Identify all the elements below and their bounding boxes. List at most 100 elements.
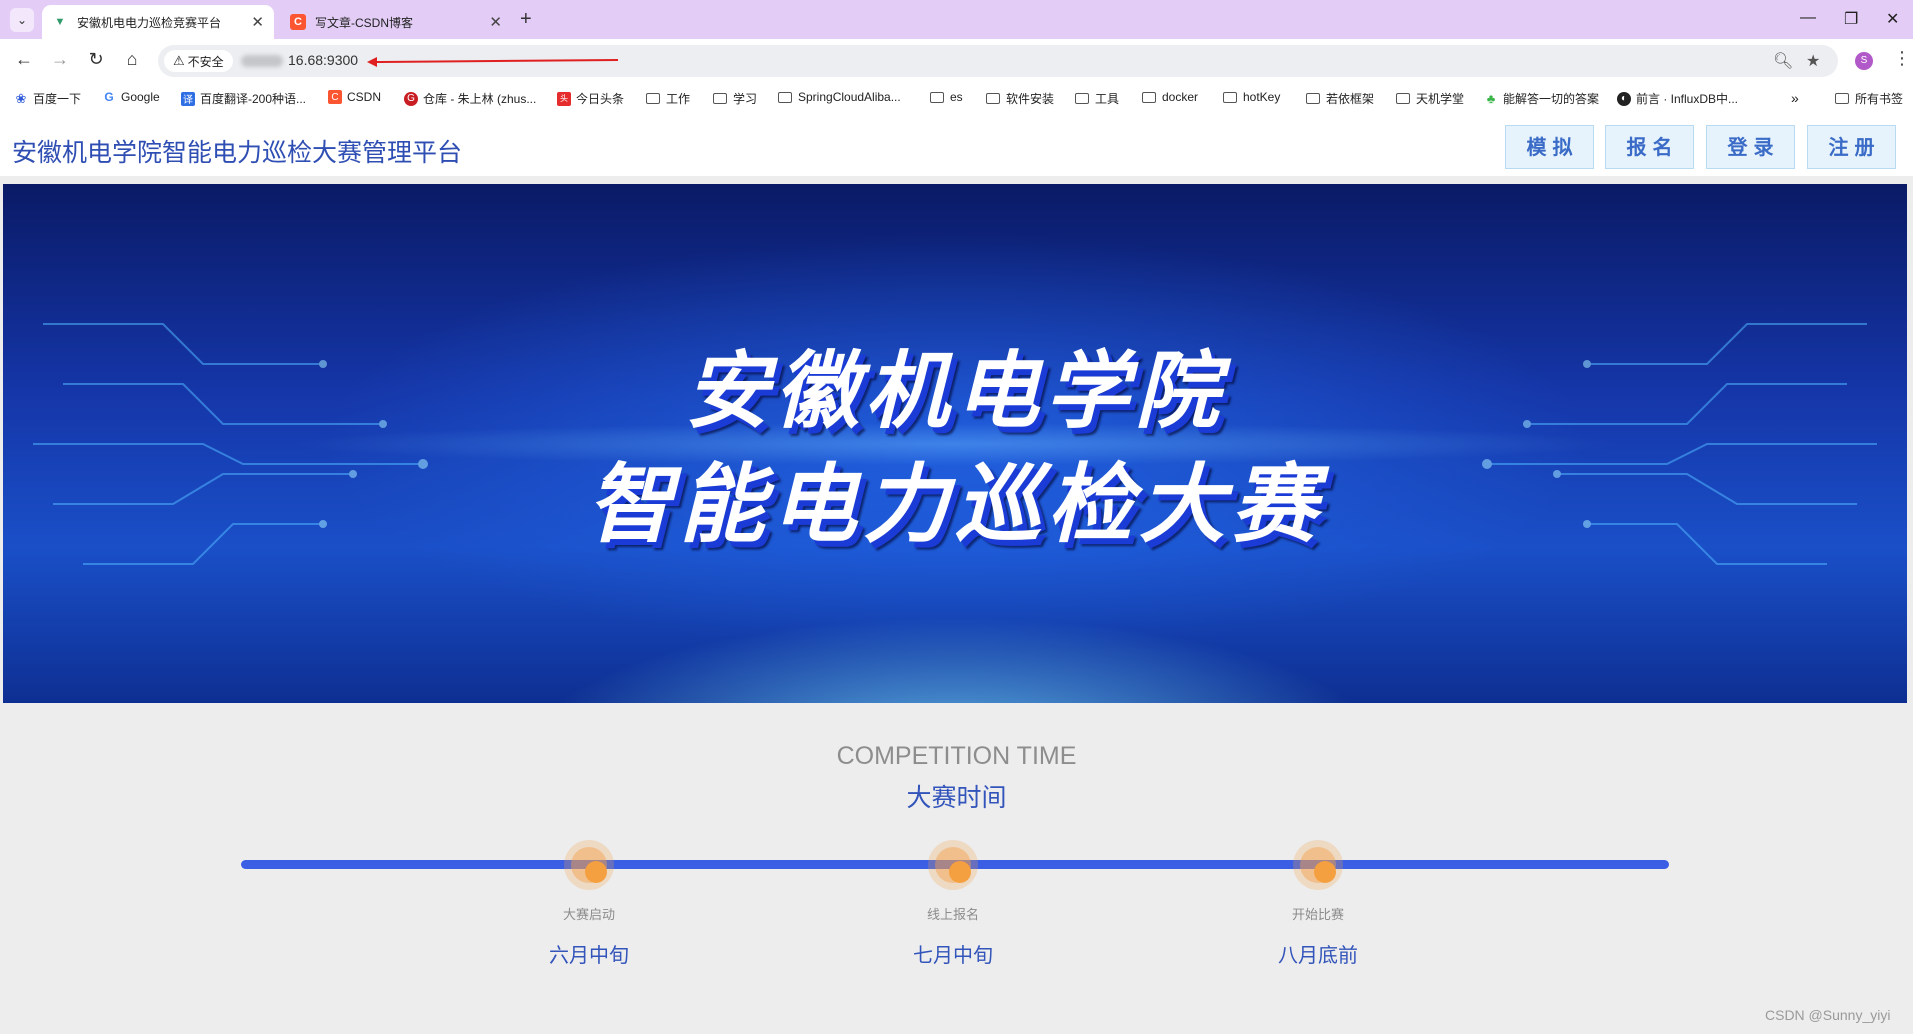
home-icon[interactable]: ⌂ <box>120 49 144 70</box>
reload-icon[interactable]: ↻ <box>84 49 108 70</box>
folder-icon <box>713 93 727 104</box>
folder-icon <box>1835 93 1849 104</box>
bookmark-folder[interactable]: 若依框架 <box>1306 90 1374 107</box>
bookmark-label: 软件安装 <box>1006 92 1055 106</box>
close-icon[interactable]: ✕ <box>489 13 502 31</box>
tab-competition-platform[interactable]: ▼ 安徽机电电力巡检竞赛平台 ✕ <box>42 5 274 39</box>
tab-title: 写文章-CSDN博客 <box>315 15 413 30</box>
restore-icon[interactable]: ❐ <box>1844 9 1858 29</box>
url-text[interactable]: 16.68:9300 <box>288 52 358 68</box>
zoom-icon[interactable]: 🔍︎ <box>1773 51 1793 71</box>
simulate-button[interactable]: 模拟 <box>1505 125 1594 169</box>
bookmark-label: 若依框架 <box>1326 92 1375 106</box>
folder-icon <box>1142 91 1156 103</box>
warning-icon: ⚠ <box>173 53 185 68</box>
tab-title: 安徽机电电力巡检竞赛平台 <box>77 15 222 30</box>
csdn-icon: C <box>290 14 306 30</box>
bookmark-folder[interactable]: docker <box>1142 90 1198 104</box>
back-icon[interactable]: ← <box>12 49 36 70</box>
bookmark-label: 百度翻译-200种语... <box>200 92 307 106</box>
folder-icon <box>1075 93 1089 104</box>
bookmark-item[interactable]: G Google <box>102 90 160 104</box>
security-label: 不安全 <box>187 54 224 69</box>
bookmark-folder[interactable]: 软件安装 <box>986 90 1054 107</box>
bookmark-label: CSDN <box>347 90 382 104</box>
folder-icon <box>646 93 660 104</box>
bookmark-folder[interactable]: 工作 <box>646 90 690 107</box>
milestone-date: 八月底前 <box>1278 945 1358 967</box>
bookmark-label: docker <box>1162 90 1199 104</box>
bookmark-label: hotKey <box>1243 90 1281 104</box>
bookmark-item[interactable]: ◐ 前言 · InfluxDB中... <box>1617 90 1738 107</box>
milestone-label: 开始比赛 <box>1291 907 1344 922</box>
hero-banner: 安徽机电学院 智能电力巡检大赛 <box>3 184 1907 703</box>
bookmark-folder[interactable]: 工具 <box>1075 90 1119 107</box>
bookmark-label: 工作 <box>666 92 691 106</box>
bookmark-item[interactable]: 译百度翻译-200种语... <box>181 90 306 107</box>
bookmark-folder[interactable]: SpringCloudAliba... <box>778 90 901 104</box>
bookmark-label: 前言 · InfluxDB中... <box>1636 92 1739 106</box>
window-close-icon[interactable]: ✕ <box>1886 9 1899 29</box>
new-tab-button[interactable]: + <box>520 8 532 31</box>
bookmark-label: 工具 <box>1095 92 1120 106</box>
bookmark-folder[interactable]: hotKey <box>1223 90 1280 104</box>
bookmark-item[interactable]: ❀ 百度一下 <box>14 90 81 107</box>
close-icon[interactable]: ✕ <box>251 13 264 31</box>
forward-icon[interactable]: → <box>48 49 72 70</box>
folder-icon <box>1223 91 1237 103</box>
bookmark-label: SpringCloudAliba... <box>798 90 901 104</box>
tab-csdn[interactable]: C 写文章-CSDN博客 ✕ <box>280 5 512 39</box>
globe-icon: ◐ <box>1617 91 1631 106</box>
translate-icon: 译 <box>181 91 195 106</box>
security-chip[interactable]: ⚠ 不安全 <box>164 50 233 72</box>
bookmark-label: Google <box>121 90 160 104</box>
bookmark-item[interactable]: 头今日头条 <box>557 90 624 107</box>
bookmark-label: es <box>950 90 963 104</box>
bookmark-folder[interactable]: es <box>930 90 963 104</box>
folder-icon <box>1306 93 1320 104</box>
folder-icon <box>778 91 792 103</box>
milestone-dot <box>928 840 978 890</box>
milestone-label: 大赛启动 <box>562 907 615 922</box>
site-header: 安徽机电学院智能电力巡检大赛管理平台 模拟 报名 登录 注册 <box>0 116 1913 176</box>
url-redacted <box>241 55 283 67</box>
toutiao-icon: 头 <box>557 91 571 106</box>
milestone-dot <box>564 840 614 890</box>
all-bookmarks-folder[interactable]: 所有书签 <box>1835 90 1903 107</box>
more-menu-icon[interactable]: ⋮ <box>1893 48 1911 69</box>
bookmark-label: 百度一下 <box>33 92 82 106</box>
bookmark-item[interactable]: G 仓库 - 朱上林 (zhus... <box>404 90 536 107</box>
address-bar[interactable]: ⚠ 不安全 16.68:9300 🔍︎ ★ <box>158 45 1838 77</box>
tab-search-button[interactable]: ⌄ <box>10 8 34 32</box>
section-title-en: COMPETITION TIME <box>836 742 1077 770</box>
browser-tab-strip: ⌄ ▼ 安徽机电电力巡检竞赛平台 ✕ C 写文章-CSDN博客 ✕ + — ❐ … <box>0 0 1913 39</box>
banner-title-line1: 安徽机电学院 <box>684 342 1225 440</box>
folder-icon <box>1396 93 1410 104</box>
bookmark-item[interactable]: ♣ 能解答一切的答案 <box>1484 90 1599 107</box>
avatar[interactable]: S <box>1855 52 1873 70</box>
bookmark-star-icon[interactable]: ★ <box>1806 51 1820 71</box>
bookmark-item[interactable]: C CSDN <box>328 90 381 104</box>
browser-toolbar: ← → ↻ ⌂ ⚠ 不安全 16.68:9300 🔍︎ ★ S ⋮ <box>0 39 1913 82</box>
bookmark-folder[interactable]: 天机学堂 <box>1396 90 1464 107</box>
milestone-dot <box>1293 840 1343 890</box>
bookmark-folder[interactable]: 学习 <box>713 90 757 107</box>
google-icon: G <box>104 90 114 104</box>
minimize-icon[interactable]: — <box>1800 9 1816 27</box>
signup-button[interactable]: 报名 <box>1605 125 1694 169</box>
milestone-date: 六月中旬 <box>549 945 629 967</box>
milestone-date: 七月中旬 <box>913 945 993 967</box>
page-title: 安徽机电学院智能电力巡检大赛管理平台 <box>12 139 463 167</box>
bookmark-label: 能解答一切的答案 <box>1503 92 1600 106</box>
bookmark-label: 仓库 - 朱上林 (zhus... <box>423 92 537 106</box>
csdn-icon: C <box>328 90 342 104</box>
leaf-icon: ♣ <box>1486 91 1496 106</box>
section-title-cn: 大赛时间 <box>906 784 1007 812</box>
register-button[interactable]: 注册 <box>1807 125 1896 169</box>
more-bookmarks-chevron-icon[interactable]: » <box>1791 90 1799 106</box>
vue-icon: ▼ <box>54 16 66 28</box>
bookmark-label: 天机学堂 <box>1416 92 1465 106</box>
login-button[interactable]: 登录 <box>1706 125 1795 169</box>
csdn-watermark: CSDN @Sunny_yiyi <box>1765 1007 1891 1023</box>
gitee-icon: G <box>404 91 418 106</box>
